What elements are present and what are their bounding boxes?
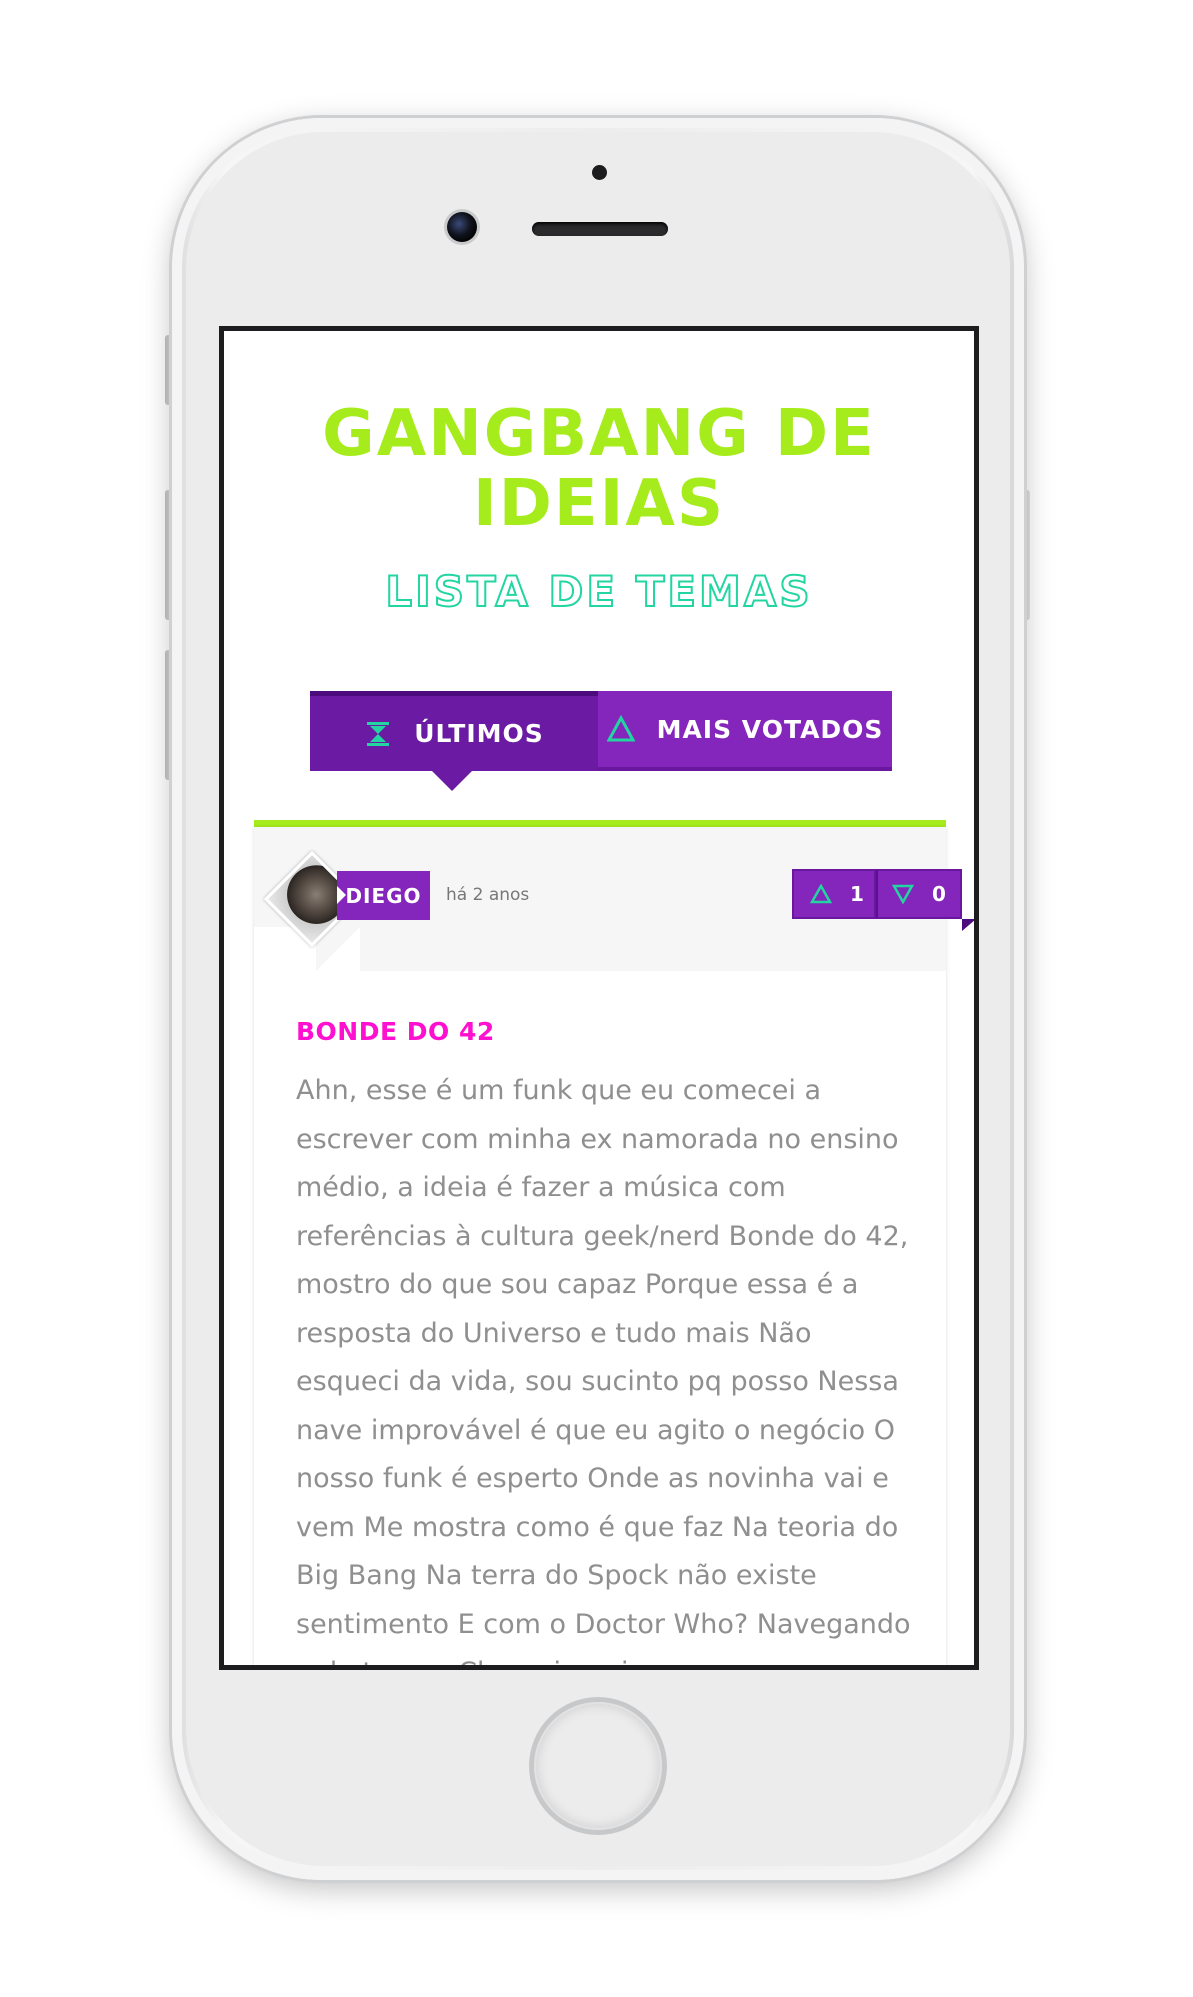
feed-divider bbox=[254, 820, 946, 827]
app-title: GANGBANG DE IDEIAS bbox=[224, 399, 974, 539]
post-time: há 2 anos bbox=[446, 885, 530, 905]
triangle-up-icon bbox=[810, 884, 832, 904]
tab-latest[interactable]: ÚLTIMOS bbox=[310, 691, 598, 791]
page-subtitle: LISTA DE TEMAS bbox=[384, 566, 813, 617]
post-body: Ahn, esse é um funk que eu comecei a esc… bbox=[296, 1075, 911, 1665]
hourglass-icon bbox=[367, 721, 390, 746]
vote-ribbon-fold bbox=[962, 919, 974, 931]
downvote-button[interactable]: 0 bbox=[876, 869, 962, 919]
sort-tabs: ÚLTIMOS MAIS VOTADOS bbox=[310, 691, 892, 791]
home-button[interactable] bbox=[534, 1702, 662, 1830]
downvote-count: 0 bbox=[932, 882, 946, 906]
tab-most-voted[interactable]: MAIS VOTADOS bbox=[598, 691, 892, 771]
proximity-sensor bbox=[592, 165, 607, 180]
post-title[interactable]: BONDE DO 42 bbox=[296, 1017, 495, 1046]
tab-latest-label: ÚLTIMOS bbox=[414, 719, 544, 748]
app-title-line1: GANGBANG DE bbox=[322, 397, 876, 471]
triangle-up-icon bbox=[606, 715, 635, 742]
author-badge[interactable]: DIEGO bbox=[337, 871, 430, 920]
upvote-button[interactable]: 1 bbox=[792, 869, 876, 919]
front-camera bbox=[447, 212, 477, 242]
phone-screen: GANGBANG DE IDEIAS LISTA DE TEMAS ÚLTIMO… bbox=[219, 326, 979, 1670]
upvote-count: 1 bbox=[850, 882, 864, 906]
triangle-down-icon bbox=[892, 884, 914, 904]
tab-most-voted-label: MAIS VOTADOS bbox=[656, 714, 884, 744]
vote-controls: 1 0 bbox=[792, 869, 962, 919]
earpiece-speaker bbox=[532, 222, 668, 236]
device-mockup: GANGBANG DE IDEIAS LISTA DE TEMAS ÚLTIMO… bbox=[0, 0, 1193, 1997]
post-card[interactable]: DIEGO há 2 anos 1 0 BONDE DO 42 Ahn, ess… bbox=[254, 827, 974, 1665]
app-title-line2: IDEIAS bbox=[472, 467, 726, 541]
